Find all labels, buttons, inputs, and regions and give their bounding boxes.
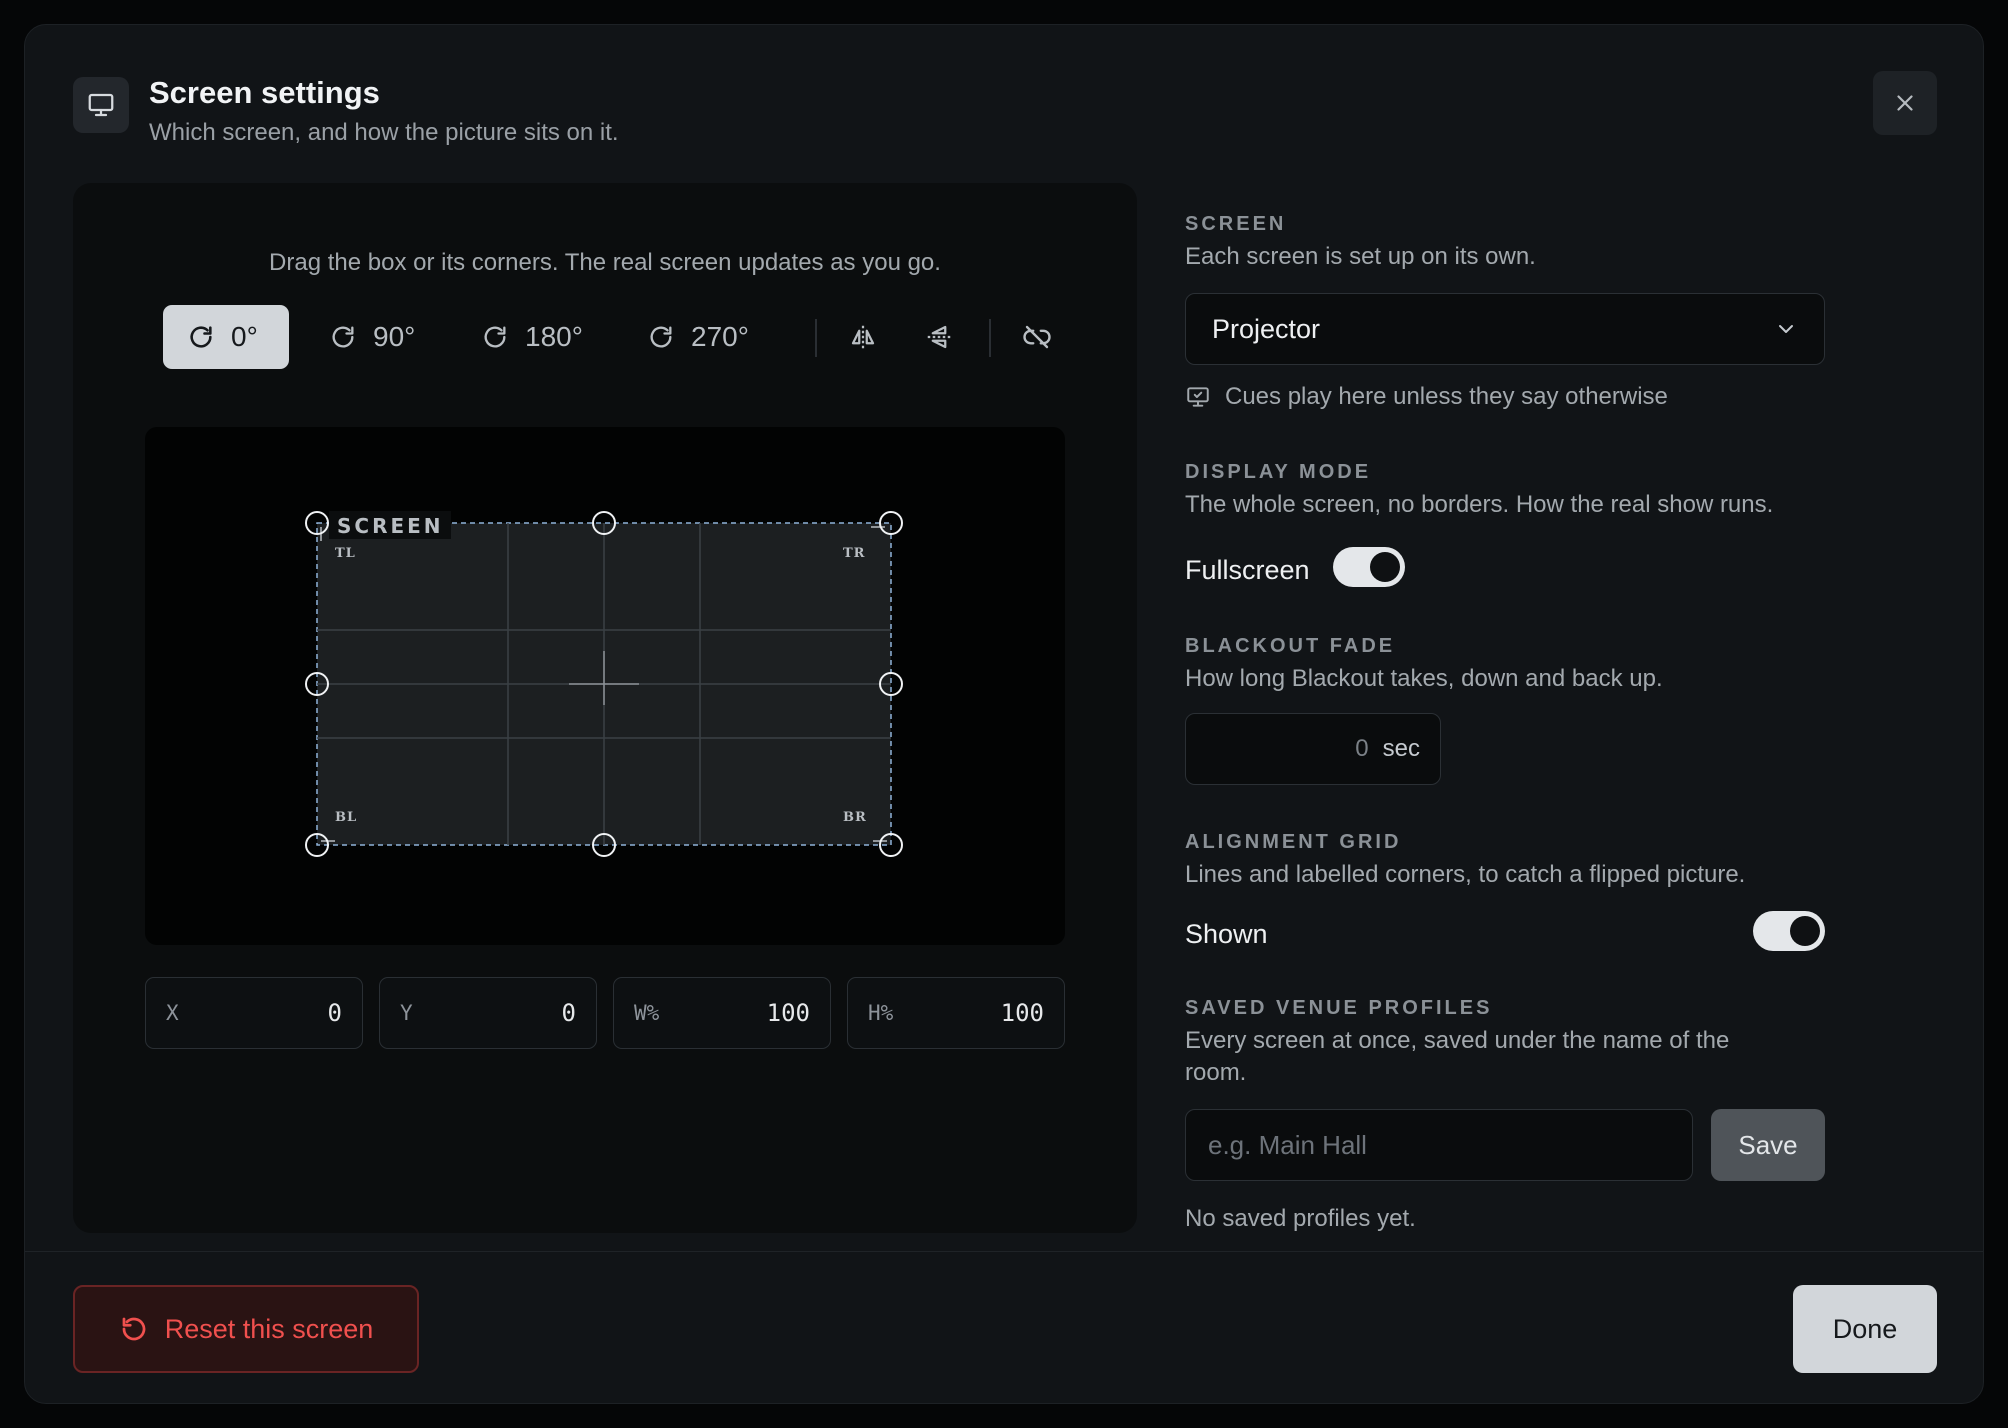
profile-name-placeholder: e.g. Main Hall xyxy=(1208,1129,1367,1160)
default-screen-note: Cues play here unless they say otherwise xyxy=(1185,383,1668,411)
rotate-90-label: 90° xyxy=(373,321,416,352)
dialog-title: Screen settings xyxy=(149,75,380,110)
position-fields: X 0 Y 0 W% 100 H% 100 xyxy=(145,977,1065,1049)
reset-screen-label: Reset this screen xyxy=(164,1313,374,1344)
flip-horizontal-icon xyxy=(851,325,875,349)
reset-icon xyxy=(122,1317,146,1341)
screen-tag: SCREEN xyxy=(337,514,444,538)
grid-shown-label: Shown xyxy=(1185,919,1268,949)
blackout-fade-unit: sec xyxy=(1382,735,1420,762)
height-label: H% xyxy=(868,1001,894,1025)
rotate-icon xyxy=(484,326,506,348)
y-value: 0 xyxy=(561,999,576,1027)
rotate-180-button[interactable]: 180° xyxy=(457,305,607,369)
monitor-check-icon xyxy=(1187,387,1209,407)
profiles-desc: Every screen at once, saved under the na… xyxy=(1185,1027,1730,1086)
screen-select[interactable]: Projector xyxy=(1185,293,1825,365)
display-mode-label: DISPLAY MODE xyxy=(1185,461,1372,483)
x-label: X xyxy=(166,1001,179,1025)
blackout-fade-value: 0 xyxy=(1355,735,1369,762)
height-value: 100 xyxy=(1000,999,1044,1027)
toggle-knob xyxy=(1790,916,1820,946)
profile-name-input[interactable]: e.g. Main Hall xyxy=(1185,1109,1693,1181)
corner-label-tl: TL xyxy=(335,546,356,561)
toggle-knob xyxy=(1370,552,1400,582)
rotate-270-label: 270° xyxy=(691,321,749,352)
editor-hint: Drag the box or its corners. The real sc… xyxy=(269,249,941,276)
corner-label-bl: BL xyxy=(335,810,357,825)
width-field[interactable]: W% 100 xyxy=(613,977,831,1049)
width-label: W% xyxy=(634,1001,660,1025)
flip-vertical-button[interactable] xyxy=(919,317,959,357)
profiles-label: SAVED VENUE PROFILES xyxy=(1185,997,1493,1019)
rotate-270-button[interactable]: 270° xyxy=(623,305,773,369)
monitor-icon xyxy=(73,77,129,133)
default-screen-note-text: Cues play here unless they say otherwise xyxy=(1225,383,1668,410)
corner-label-br: BR xyxy=(843,810,867,825)
x-field[interactable]: X 0 xyxy=(145,977,363,1049)
rotate-icon xyxy=(650,326,672,348)
screen-section-desc: Each screen is set up on its own. xyxy=(1185,243,1536,270)
screen-section-label: SCREEN xyxy=(1185,213,1287,235)
blackout-fade-input[interactable]: 0 sec xyxy=(1185,713,1441,785)
close-button[interactable] xyxy=(1873,71,1937,135)
y-label: Y xyxy=(400,1001,413,1025)
fullscreen-toggle[interactable] xyxy=(1333,547,1405,587)
rotate-0-button[interactable]: 0° xyxy=(163,305,289,369)
reset-screen-button[interactable]: Reset this screen xyxy=(73,1285,419,1373)
profiles-empty-note: No saved profiles yet. xyxy=(1185,1205,1416,1232)
screen-settings-dialog: Screen settings Which screen, and how th… xyxy=(24,24,1984,1404)
grid-toggle[interactable] xyxy=(1753,911,1825,951)
width-value: 100 xyxy=(766,999,810,1027)
height-field[interactable]: H% 100 xyxy=(847,977,1065,1049)
done-button[interactable]: Done xyxy=(1793,1285,1937,1373)
blackout-fade-label: BLACKOUT FADE xyxy=(1185,635,1396,657)
rotate-icon xyxy=(332,326,354,348)
alignment-grid-label: ALIGNMENT GRID xyxy=(1185,831,1402,853)
screen-editor-panel: Drag the box or its corners. The real sc… xyxy=(73,183,1137,1233)
close-icon xyxy=(1897,95,1913,111)
rotate-90-button[interactable]: 90° xyxy=(305,305,439,369)
screen-canvas[interactable]: SCREEN TL TR BL BR xyxy=(145,427,1065,945)
x-value: 0 xyxy=(327,999,342,1027)
settings-panel: SCREEN Each screen is set up on its own.… xyxy=(1185,183,1865,1233)
footer-divider xyxy=(25,1251,1983,1252)
unlink-aspect-button[interactable] xyxy=(1017,317,1057,357)
flip-vertical-icon xyxy=(927,325,951,349)
rotate-icon xyxy=(190,326,212,348)
blackout-fade-desc: How long Blackout takes, down and back u… xyxy=(1185,665,1663,692)
screen-select-value: Projector xyxy=(1212,313,1321,344)
y-field[interactable]: Y 0 xyxy=(379,977,597,1049)
toolbar-divider xyxy=(989,319,991,357)
rotate-0-label: 0° xyxy=(231,321,258,352)
transform-toolbar: 0° 90° 180° 270° xyxy=(73,305,1137,369)
flip-horizontal-button[interactable] xyxy=(843,317,883,357)
chevron-down-icon xyxy=(1779,325,1793,333)
display-mode-desc: The whole screen, no borders. How the re… xyxy=(1185,491,1774,518)
alignment-grid-desc: Lines and labelled corners, to catch a f… xyxy=(1185,861,1746,888)
corner-label-tr: TR xyxy=(843,546,865,561)
unlink-icon xyxy=(1023,325,1051,349)
rotate-180-label: 180° xyxy=(525,321,583,352)
fullscreen-label: Fullscreen xyxy=(1185,555,1310,585)
dialog-subtitle: Which screen, and how the picture sits o… xyxy=(149,119,619,146)
save-profile-button[interactable]: Save xyxy=(1711,1109,1825,1181)
toolbar-divider xyxy=(815,319,817,357)
